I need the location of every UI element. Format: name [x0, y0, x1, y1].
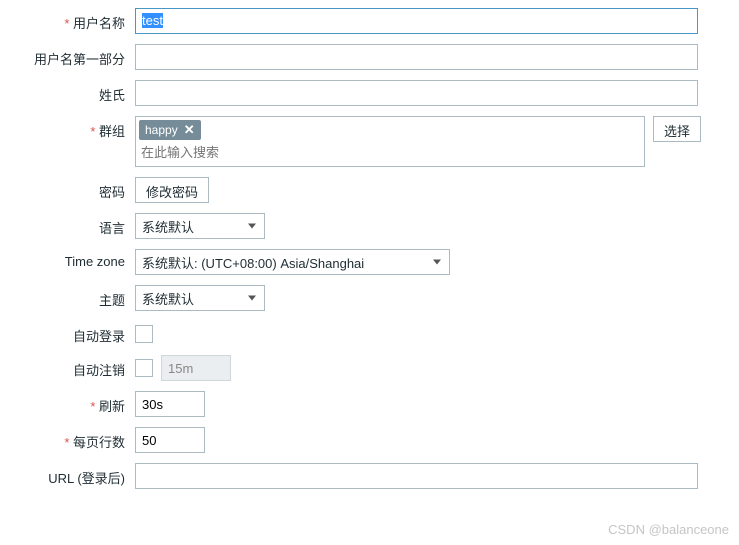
url-label: URL (登录后) — [0, 463, 135, 487]
group-tagbox[interactable]: happy ✕ — [135, 116, 645, 167]
group-tag-label: happy — [145, 123, 178, 137]
username-input[interactable]: test — [135, 8, 698, 34]
firstname-label: 用户名第一部分 — [0, 44, 135, 68]
group-label: 群组 — [0, 116, 135, 140]
autologout-input — [161, 355, 231, 381]
group-tag[interactable]: happy ✕ — [139, 120, 201, 140]
url-input[interactable] — [135, 463, 698, 489]
refresh-input[interactable] — [135, 391, 205, 417]
autologin-label: 自动登录 — [0, 321, 135, 345]
timezone-select[interactable]: 系统默认: (UTC+08:00) Asia/Shanghai — [135, 249, 450, 275]
rows-label: 每页行数 — [0, 427, 135, 451]
language-select[interactable]: 系统默认 — [135, 213, 265, 239]
rows-input[interactable] — [135, 427, 205, 453]
change-password-button[interactable]: 修改密码 — [135, 177, 209, 203]
group-search-input[interactable] — [139, 142, 641, 163]
theme-select[interactable]: 系统默认 — [135, 285, 265, 311]
theme-label: 主题 — [0, 285, 135, 309]
watermark: CSDN @balanceone — [608, 522, 729, 537]
username-label: 用户名称 — [0, 8, 135, 32]
refresh-label: 刷新 — [0, 391, 135, 415]
password-label: 密码 — [0, 177, 135, 201]
language-label: 语言 — [0, 213, 135, 237]
timezone-label: Time zone — [0, 249, 135, 269]
lastname-input[interactable] — [135, 80, 698, 106]
firstname-input[interactable] — [135, 44, 698, 70]
lastname-label: 姓氏 — [0, 80, 135, 104]
group-select-button[interactable]: 选择 — [653, 116, 701, 142]
autologout-label: 自动注销 — [0, 355, 135, 379]
close-icon[interactable]: ✕ — [184, 122, 195, 138]
autologout-checkbox[interactable] — [135, 359, 153, 377]
autologin-checkbox[interactable] — [135, 325, 153, 343]
